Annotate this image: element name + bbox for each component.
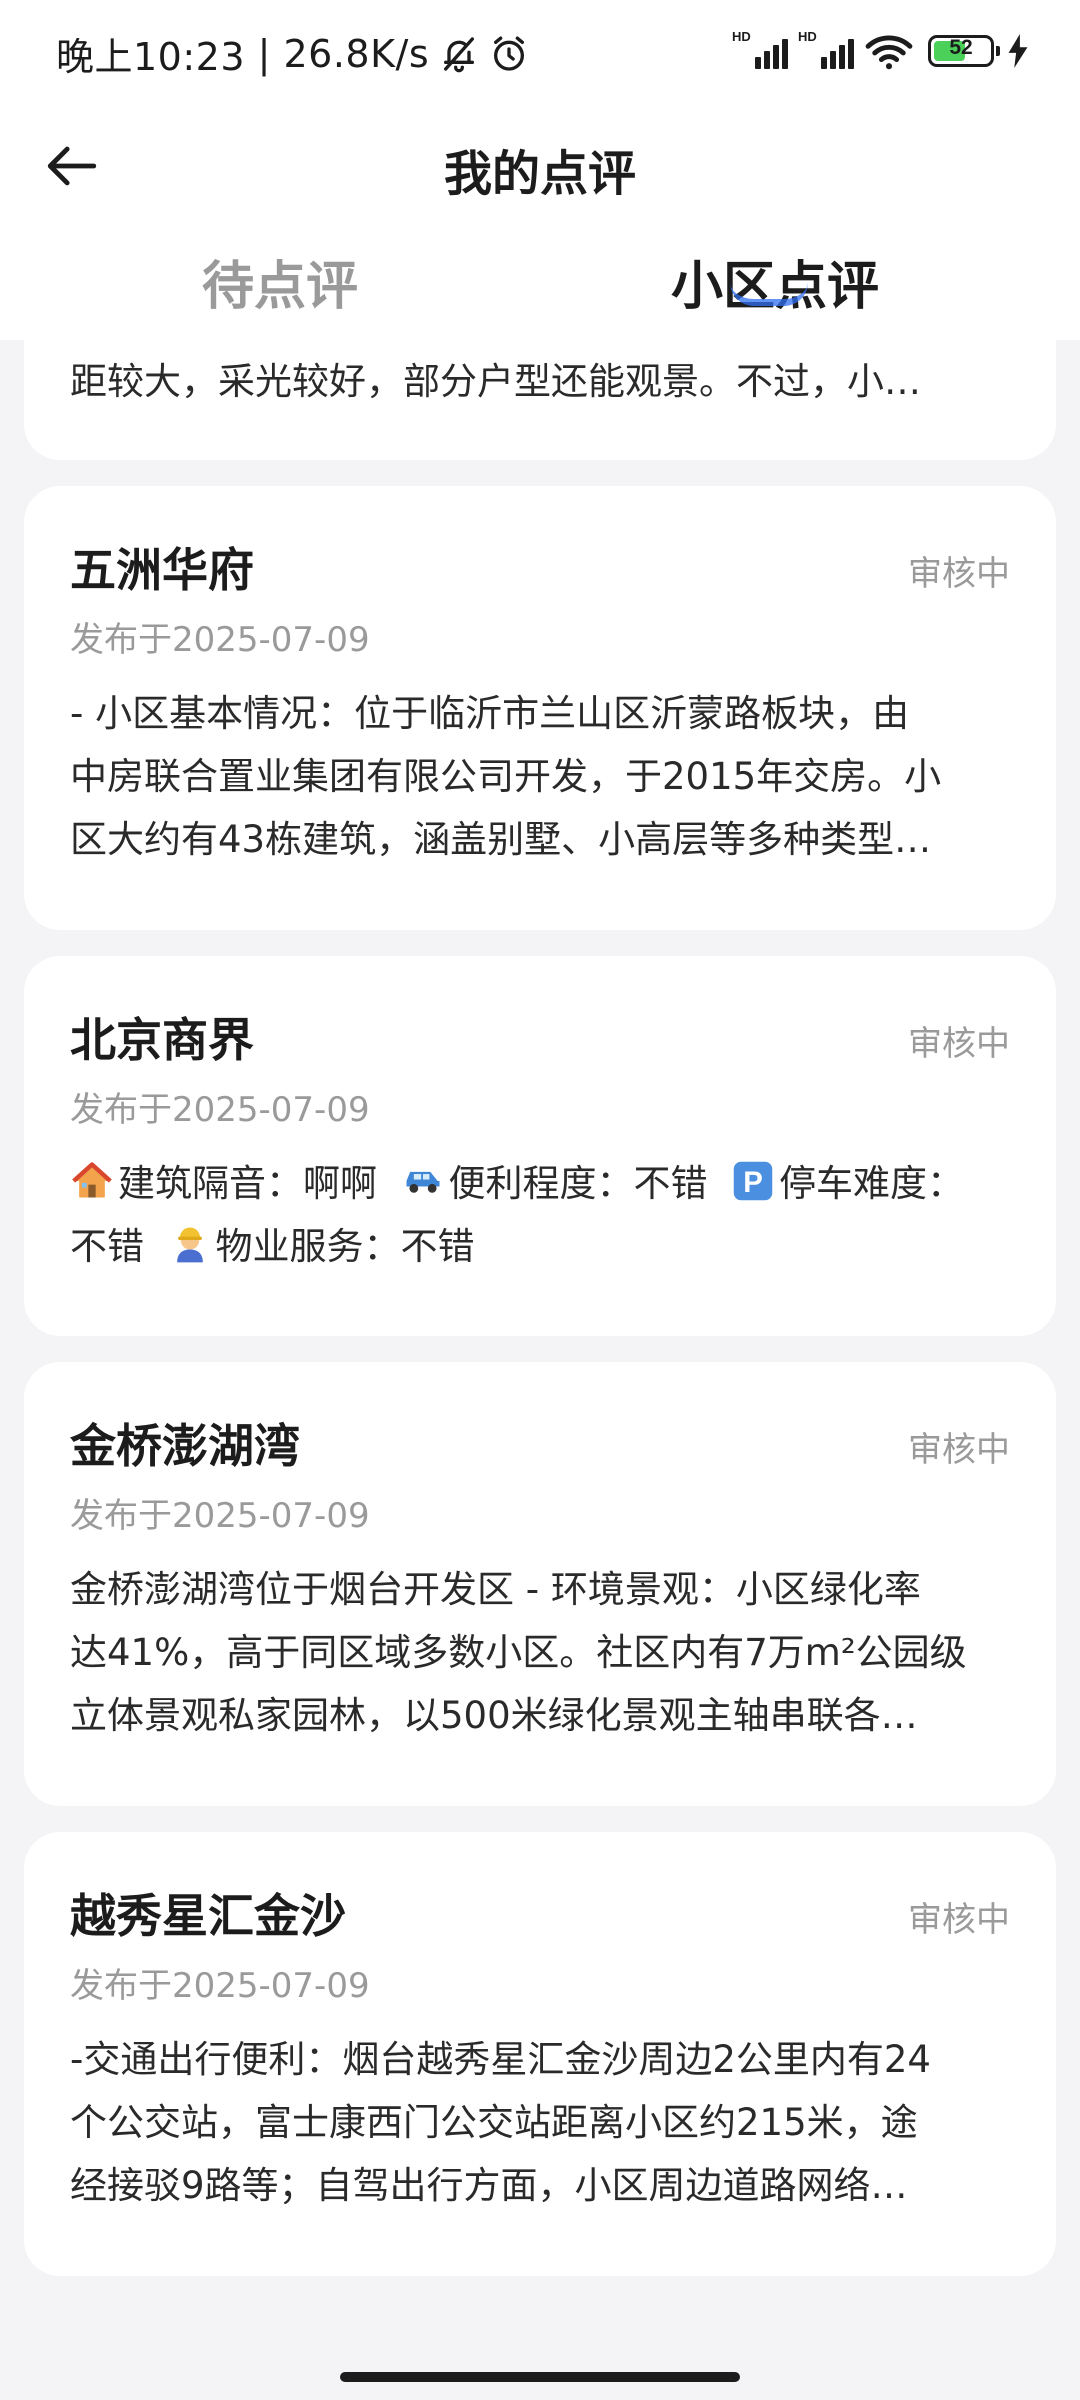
- battery-icon: 52: [928, 35, 1000, 67]
- review-excerpt: 金桥澎湖湾位于烟台开发区 - 环境景观：小区绿化率 达41%，高于同区域多数小区…: [70, 1558, 1020, 1747]
- review-tags-line: 不错 物业服务：不错: [70, 1215, 1020, 1278]
- screen: 晚上10:23 | 26.8K/s HD HD 52 我的点评 待点评 小区点评…: [0, 0, 1080, 2400]
- status-bar: 晚上10:23 | 26.8K/s HD HD 52: [0, 0, 1080, 104]
- tag-label: 物业服务：: [215, 1225, 401, 1268]
- review-tags-line: 建筑隔音：啊啊 便利程度：不错 P 停车难度：: [70, 1152, 1020, 1215]
- sim1-label: HD: [732, 29, 751, 44]
- battery-level: 52: [949, 36, 973, 59]
- tab-bar: 待点评 小区点评: [0, 228, 1080, 340]
- community-name: 越秀星汇金沙: [70, 1889, 346, 1943]
- status-right: HD HD 52: [732, 29, 1028, 70]
- svg-text:P: P: [743, 1166, 763, 1199]
- review-status: 审核中: [908, 1024, 1010, 1064]
- tag-label: 建筑隔音：: [118, 1162, 303, 1205]
- publish-date: 发布于2025-07-09: [70, 1090, 370, 1130]
- community-name: 五洲华府: [70, 543, 254, 597]
- review-status: 审核中: [908, 1900, 1010, 1940]
- review-excerpt-line: 距较大，采光较好，部分户型还能观景。不过，小…: [70, 360, 921, 403]
- review-excerpt: - 小区基本情况：位于临沂市兰山区沂蒙路板块，由 中房联合置业集团有限公司开发，…: [70, 682, 1020, 871]
- review-card[interactable]: 北京商界 审核中 发布于2025-07-09 建筑隔音：啊啊 便利程度：不错 P…: [24, 956, 1056, 1336]
- review-card[interactable]: 五洲华府 审核中 发布于2025-07-09 - 小区基本情况：位于临沂市兰山区…: [24, 486, 1056, 930]
- publish-date: 发布于2025-07-09: [70, 1966, 370, 2006]
- home-indicator[interactable]: [340, 2372, 740, 2382]
- review-excerpt-line: - 小区基本情况：位于临沂市兰山区沂蒙路板块，由: [70, 692, 910, 735]
- bell-off-icon: [444, 36, 475, 72]
- status-separator: |: [245, 31, 284, 76]
- signal-icon: HD: [798, 29, 854, 69]
- review-excerpt-line: 中房联合置业集团有限公司开发，于2015年交房。小: [70, 755, 942, 798]
- publish-date: 发布于2025-07-09: [70, 1496, 370, 1536]
- review-status: 审核中: [908, 1430, 1010, 1470]
- alarm-clock-icon: [494, 36, 525, 71]
- network-speed: 26.8K/s: [283, 31, 430, 76]
- sim2-label: HD: [798, 29, 817, 44]
- review-excerpt-line: 达41%，高于同区域多数小区。社区内有7万m²公园级: [70, 1631, 967, 1674]
- active-tab-indicator: [730, 282, 808, 306]
- review-excerpt: 建筑隔音：啊啊 便利程度：不错 P 停车难度： 不错 物业服务：不错: [70, 1152, 1020, 1278]
- tag-value: 啊啊: [303, 1162, 377, 1205]
- review-excerpt-line: 个公交站，富士康西门公交站距离小区约215米，途: [70, 2101, 918, 2144]
- community-name: 金桥澎湖湾: [70, 1419, 300, 1473]
- parking-icon: P: [733, 1161, 773, 1201]
- charging-icon: [1008, 34, 1028, 68]
- review-excerpt: -交通出行便利：烟台越秀星汇金沙周边2公里内有24 个公交站，富士康西门公交站距…: [70, 2028, 1020, 2217]
- worker-icon: [176, 1227, 203, 1263]
- review-excerpt-line: 经接驳9路等；自驾出行方面，小区周边道路网络…: [70, 2164, 908, 2207]
- wifi-icon: [865, 35, 913, 70]
- review-card[interactable]: 越秀星汇金沙 审核中 发布于2025-07-09 -交通出行便利：烟台越秀星汇金…: [24, 1832, 1056, 2276]
- app-header: 我的点评: [0, 104, 1080, 228]
- tag-label: 便利程度：: [448, 1162, 634, 1205]
- page-title: 我的点评: [443, 146, 636, 202]
- car-icon: [406, 1171, 440, 1193]
- review-excerpt-line: 金桥澎湖湾位于烟台开发区 - 环境景观：小区绿化率: [70, 1568, 921, 1611]
- review-status: 审核中: [908, 554, 1010, 594]
- tag-value: 不错: [400, 1225, 475, 1268]
- review-excerpt-line: 立体景观私家园林，以500米绿化景观主轴串联各…: [70, 1694, 918, 1737]
- community-name: 北京商界: [70, 1013, 254, 1067]
- review-excerpt: 距较大，采光较好，部分户型还能观景。不过，小…: [70, 350, 1020, 413]
- review-excerpt-line: -交通出行便利：烟台越秀星汇金沙周边2公里内有24: [70, 2038, 931, 2081]
- status-left: 晚上10:23 | 26.8K/s: [56, 26, 529, 81]
- review-card[interactable]: 金桥澎湖湾 审核中 发布于2025-07-09 金桥澎湖湾位于烟台开发区 - 环…: [24, 1362, 1056, 1806]
- tag-value: 不错: [633, 1162, 708, 1205]
- tag-label: 停车难度：: [779, 1162, 965, 1205]
- review-excerpt-line: 区大约有43栋建筑，涵盖别墅、小高层等多种类型…: [70, 818, 932, 861]
- house-icon: [72, 1162, 112, 1198]
- tag-value: 不错: [70, 1225, 144, 1268]
- status-time: 晚上10:23: [56, 35, 246, 79]
- tab-pending-review[interactable]: 待点评: [80, 244, 480, 324]
- publish-date: 发布于2025-07-09: [70, 620, 370, 660]
- signal-icon: HD: [732, 29, 788, 69]
